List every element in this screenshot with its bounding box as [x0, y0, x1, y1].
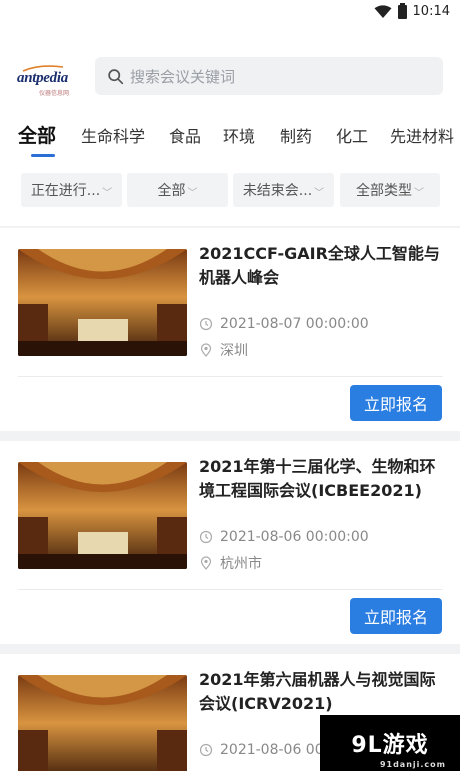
filter-bar: 正在进行... ﹀ 全部 ﹀ 未结束会... ﹀ 全部类型 ﹀ [0, 173, 460, 207]
battery-icon [397, 2, 407, 19]
logo-text: antpedia [17, 70, 68, 86]
status-time: 10:14 [412, 4, 450, 19]
search-input[interactable]: 搜索会议关键词 [95, 57, 443, 95]
conference-datetime: 2021-08-07 00:00:00 [199, 316, 369, 332]
filter-type-label: 全部类型 [356, 183, 412, 199]
datetime-text: 2021-08-06 00:00:00 [220, 529, 369, 545]
register-button[interactable]: 立即报名 [350, 385, 442, 421]
conference-card[interactable]: 2021CCF-GAIR全球人工智能与机器人峰会 2021-08-07 00:0… [0, 228, 460, 431]
status-bar: 10:14 [0, 0, 460, 26]
search-placeholder: 搜索会议关键词 [130, 67, 236, 86]
conference-location: 杭州市 [199, 553, 262, 573]
filter-status-label: 正在进行... [30, 183, 101, 199]
watermark-logo: 9L游戏 91danji.com [320, 715, 460, 771]
register-button[interactable]: 立即报名 [350, 598, 442, 634]
conference-title[interactable]: 2021年第十三届化学、生物和环境工程国际会议(ICBEE2021) [199, 455, 449, 503]
clock-icon [199, 743, 213, 757]
wifi-icon [374, 4, 392, 18]
conference-thumbnail[interactable] [18, 249, 187, 356]
location-pin-icon [200, 343, 212, 357]
filter-time[interactable]: 未结束会... ﹀ [233, 173, 334, 207]
chevron-down-icon: ﹀ [414, 187, 424, 199]
conference-title[interactable]: 2021年第六届机器人与视觉国际会议(ICRV2021) [199, 668, 449, 716]
app-logo[interactable]: antpedia 仪器信息网 [17, 64, 79, 97]
hall-image [18, 675, 187, 771]
card-divider [18, 589, 443, 590]
tab-environment[interactable]: 环境 [223, 123, 255, 147]
chevron-down-icon: ﹀ [102, 187, 113, 199]
chevron-down-icon: ﹀ [314, 187, 325, 199]
chevron-down-icon: ﹀ [187, 187, 198, 199]
card-divider [18, 376, 443, 377]
conference-thumbnail[interactable] [18, 675, 187, 771]
filter-region-label: 全部 [157, 183, 186, 199]
filter-time-label: 未结束会... [242, 183, 313, 199]
active-tab-indicator [31, 154, 55, 157]
tab-all[interactable]: 全部 [18, 123, 56, 148]
hall-image [18, 462, 187, 569]
filter-status[interactable]: 正在进行... ﹀ [21, 173, 122, 207]
filter-type[interactable]: 全部类型 ﹀ [340, 173, 440, 207]
location-pin-icon [200, 556, 212, 570]
datetime-text: 2021-08-07 00:00:00 [220, 316, 369, 332]
tab-advanced-materials[interactable]: 先进材料 [390, 123, 454, 147]
conference-datetime: 2021-08-06 00:00:00 [199, 529, 369, 545]
conference-thumbnail[interactable] [18, 462, 187, 569]
logo-subtext: 仪器信息网 [39, 90, 70, 97]
conference-title[interactable]: 2021CCF-GAIR全球人工智能与机器人峰会 [199, 242, 449, 290]
location-text: 深圳 [220, 343, 248, 359]
category-tabs: 全部 生命科学 食品 环境 制药 化工 先进材料 [0, 123, 460, 157]
tab-pharma[interactable]: 制药 [280, 123, 312, 147]
clock-icon [199, 530, 213, 544]
clock-icon [199, 317, 213, 331]
filter-region[interactable]: 全部 ﹀ [127, 173, 228, 207]
conference-location: 深圳 [199, 340, 248, 360]
header: antpedia 仪器信息网 搜索会议关键词 全部 生命科学 食品 环境 制药 … [0, 26, 460, 226]
hall-image [18, 249, 187, 356]
watermark-brand: 9L游戏 [351, 733, 429, 758]
tab-food[interactable]: 食品 [169, 123, 201, 147]
location-text: 杭州市 [220, 556, 262, 572]
search-icon [108, 68, 124, 84]
tab-life-science[interactable]: 生命科学 [81, 123, 145, 147]
watermark-url: 91danji.com [379, 760, 446, 769]
conference-card[interactable]: 2021年第十三届化学、生物和环境工程国际会议(ICBEE2021) 2021-… [0, 441, 460, 644]
tab-chemical[interactable]: 化工 [336, 123, 368, 147]
